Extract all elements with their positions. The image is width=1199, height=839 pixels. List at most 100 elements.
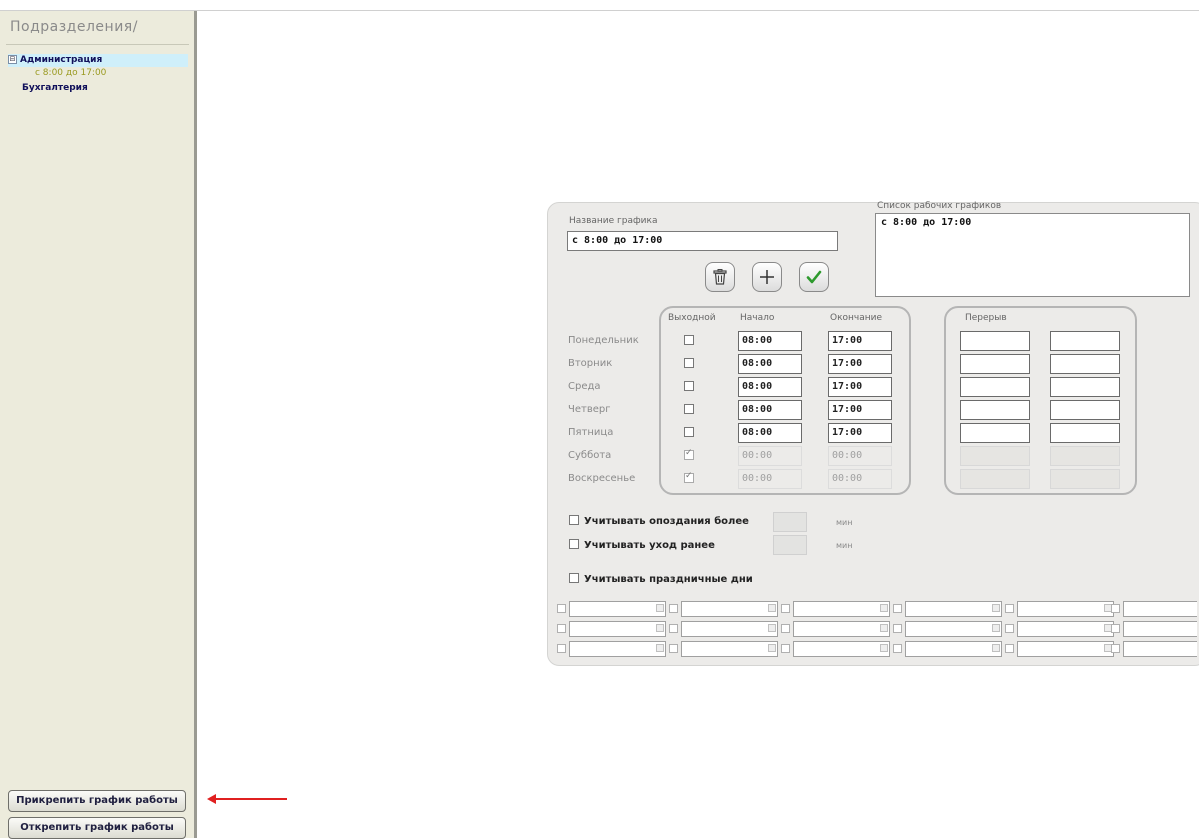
holiday-date-cell[interactable]: [893, 641, 1002, 657]
start-time-input[interactable]: 08:00: [738, 377, 802, 397]
holiday-date-cell[interactable]: [781, 641, 890, 657]
dayoff-checkbox[interactable]: [684, 404, 694, 414]
tree-subitem-schedule[interactable]: с 8:00 до 17:00: [35, 67, 106, 80]
break-start-input[interactable]: [960, 331, 1030, 351]
late-checkbox[interactable]: [569, 515, 579, 525]
holiday-date-input[interactable]: [681, 621, 778, 637]
start-time-input[interactable]: 08:00: [738, 331, 802, 351]
collapse-icon[interactable]: ⊟: [8, 55, 17, 64]
calendar-icon[interactable]: [992, 644, 1000, 652]
holiday-date-cell[interactable]: [557, 601, 666, 617]
holiday-date-input[interactable]: [905, 621, 1002, 637]
holiday-date-input[interactable]: [1123, 601, 1197, 617]
late-minutes-input[interactable]: [773, 512, 807, 532]
early-checkbox[interactable]: [569, 539, 579, 549]
break-start-input[interactable]: [960, 377, 1030, 397]
calendar-icon[interactable]: [656, 644, 664, 652]
calendar-icon[interactable]: [880, 624, 888, 632]
dayoff-checkbox[interactable]: [684, 471, 694, 483]
calendar-icon[interactable]: [656, 604, 664, 612]
tree-item-administration[interactable]: ⊟ Администрация: [8, 54, 188, 67]
calendar-icon[interactable]: [656, 624, 664, 632]
calendar-icon[interactable]: [992, 624, 1000, 632]
break-start-input[interactable]: [960, 423, 1030, 443]
holiday-checkbox[interactable]: [781, 604, 790, 613]
end-time-input[interactable]: 17:00: [828, 331, 892, 351]
calendar-icon[interactable]: [768, 604, 776, 612]
calendar-icon[interactable]: [880, 644, 888, 652]
holiday-date-cell[interactable]: [1111, 601, 1197, 617]
schedule-list[interactable]: с 8:00 до 17:00: [875, 213, 1190, 297]
holidays-option[interactable]: Учитывать праздничные дни: [569, 573, 753, 585]
holiday-checkbox[interactable]: [557, 644, 566, 653]
holiday-checkbox[interactable]: [1005, 624, 1014, 633]
end-time-input[interactable]: 17:00: [828, 423, 892, 443]
holiday-date-input[interactable]: [569, 601, 666, 617]
holiday-checkbox[interactable]: [669, 604, 678, 613]
early-option[interactable]: Учитывать уход ранее: [569, 539, 715, 551]
break-end-input[interactable]: [1050, 400, 1120, 420]
holiday-date-cell[interactable]: [669, 601, 778, 617]
holiday-date-cell[interactable]: [669, 641, 778, 657]
schedule-list-item[interactable]: с 8:00 до 17:00: [881, 217, 1184, 228]
dayoff-checkbox[interactable]: [684, 448, 694, 460]
holiday-date-input[interactable]: [905, 601, 1002, 617]
break-end-input[interactable]: [1050, 354, 1120, 374]
break-end-input[interactable]: [1050, 377, 1120, 397]
holiday-date-input[interactable]: [1123, 621, 1197, 637]
dayoff-checkbox[interactable]: [684, 358, 694, 368]
holiday-date-input[interactable]: [793, 601, 890, 617]
holiday-checkbox[interactable]: [781, 624, 790, 633]
attach-schedule-button[interactable]: Прикрепить график работы: [8, 790, 186, 812]
early-minutes-input[interactable]: [773, 535, 807, 555]
holiday-checkbox[interactable]: [669, 644, 678, 653]
break-start-input[interactable]: [960, 354, 1030, 374]
holiday-checkbox[interactable]: [893, 624, 902, 633]
holiday-date-cell[interactable]: [1111, 641, 1197, 657]
holiday-date-input[interactable]: [1123, 641, 1197, 657]
holiday-date-cell[interactable]: [669, 621, 778, 637]
tree-item-accounting[interactable]: Бухгалтерия: [22, 82, 88, 95]
detach-schedule-button[interactable]: Открепить график работы: [8, 817, 186, 839]
break-start-input[interactable]: [960, 400, 1030, 420]
holiday-date-cell[interactable]: [1111, 621, 1197, 637]
save-button[interactable]: [799, 262, 829, 292]
holiday-date-cell[interactable]: [893, 601, 1002, 617]
holiday-date-input[interactable]: [1017, 621, 1114, 637]
holiday-date-cell[interactable]: [1005, 601, 1114, 617]
break-end-input[interactable]: [1050, 423, 1120, 443]
holiday-checkbox[interactable]: [893, 644, 902, 653]
holiday-date-input[interactable]: [793, 621, 890, 637]
calendar-icon[interactable]: [992, 604, 1000, 612]
holiday-checkbox[interactable]: [557, 624, 566, 633]
dayoff-checkbox[interactable]: [684, 335, 694, 345]
holiday-checkbox[interactable]: [669, 624, 678, 633]
holiday-date-input[interactable]: [569, 621, 666, 637]
holiday-checkbox[interactable]: [1111, 604, 1120, 613]
holiday-date-cell[interactable]: [781, 601, 890, 617]
holiday-checkbox[interactable]: [1005, 644, 1014, 653]
schedule-name-input[interactable]: с 8:00 до 17:00: [567, 231, 838, 251]
holiday-checkbox[interactable]: [1111, 644, 1120, 653]
calendar-icon[interactable]: [880, 604, 888, 612]
holiday-date-cell[interactable]: [557, 641, 666, 657]
holiday-date-cell[interactable]: [1005, 621, 1114, 637]
end-time-input[interactable]: 17:00: [828, 377, 892, 397]
holiday-checkbox[interactable]: [1111, 624, 1120, 633]
holiday-date-input[interactable]: [681, 641, 778, 657]
holiday-date-cell[interactable]: [893, 621, 1002, 637]
holiday-checkbox[interactable]: [557, 604, 566, 613]
dayoff-checkbox[interactable]: [684, 381, 694, 391]
holiday-date-input[interactable]: [681, 601, 778, 617]
delete-button[interactable]: [705, 262, 735, 292]
holiday-checkbox[interactable]: [1005, 604, 1014, 613]
holiday-date-input[interactable]: [569, 641, 666, 657]
holiday-date-input[interactable]: [1017, 641, 1114, 657]
dayoff-checkbox[interactable]: [684, 427, 694, 437]
holiday-checkbox[interactable]: [893, 604, 902, 613]
holiday-checkbox[interactable]: [781, 644, 790, 653]
holiday-date-input[interactable]: [905, 641, 1002, 657]
holiday-date-cell[interactable]: [781, 621, 890, 637]
holiday-date-cell[interactable]: [557, 621, 666, 637]
holiday-date-cell[interactable]: [1005, 641, 1114, 657]
